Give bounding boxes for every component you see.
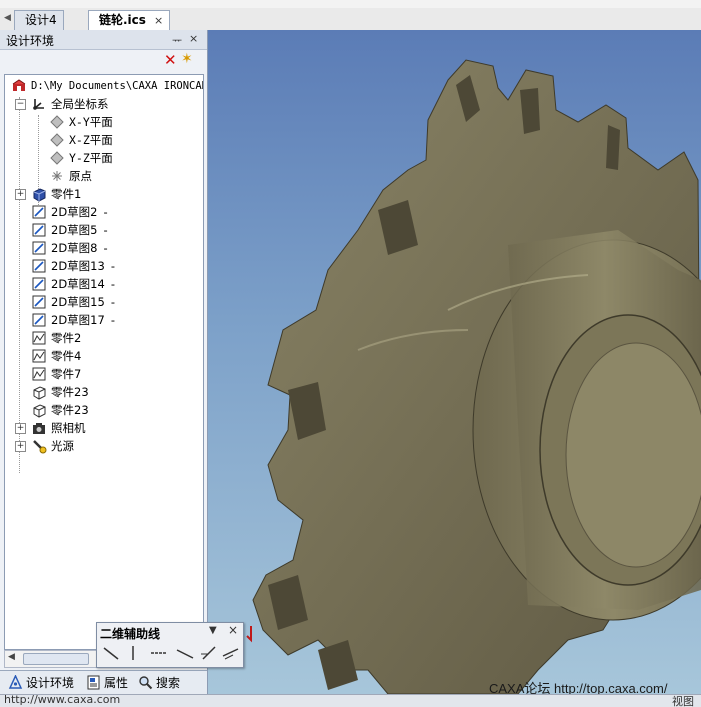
properties-icon [87, 675, 100, 690]
camera-icon [33, 423, 45, 434]
tab-close-icon[interactable]: × [154, 14, 163, 27]
panel-title: 设计环境 [6, 34, 55, 48]
scroll-thumb[interactable] [23, 653, 89, 665]
horizontal-line-icon[interactable] [149, 644, 169, 662]
part-sheet-icon [32, 367, 46, 381]
tree-item-label: 光源 [51, 439, 74, 453]
tab-label: 搜索 [156, 676, 181, 690]
tab-search[interactable]: 搜索 [136, 673, 180, 693]
diagonal-line-icon[interactable] [101, 644, 121, 662]
tab-sprocket[interactable]: 链轮.ics × [88, 10, 171, 31]
tree-item-label: X-Z平面 [69, 133, 113, 147]
plane-icon [50, 151, 64, 165]
watermark-text: CAXA论坛 http://top.caxa.com/ [489, 681, 668, 694]
part-icon [33, 188, 46, 202]
tree-item-label: 2D草图14- [51, 277, 115, 291]
scene-root-icon [12, 79, 26, 91]
expand-icon[interactable]: + [15, 441, 26, 452]
delete-icon[interactable]: ✕ [164, 51, 177, 69]
vertical-line-icon[interactable] [123, 644, 143, 662]
tab-design4[interactable]: 设计4 [14, 10, 64, 30]
3d-viewport[interactable]: CAXA论坛 http://top.caxa.com/ [208, 30, 701, 694]
tree-line [19, 97, 20, 473]
tab-label: 设计4 [25, 13, 57, 27]
sketch-icon [32, 295, 46, 309]
panel-header: 设计环境 ᅲ × [0, 30, 207, 50]
design-environment-panel: 设计环境 ᅲ × ✕ ✶ D:\My Documents\CAXA IRONCA… [0, 30, 208, 695]
tree-item-label: 零件23 [51, 385, 89, 399]
toolbar-icon-row [99, 644, 239, 664]
scene-tree: D:\My Documents\CAXA IRONCAD − 全局坐标系 X-Y… [4, 74, 204, 650]
plane-icon [50, 133, 64, 147]
expand-icon[interactable]: + [15, 189, 26, 200]
axis-triad-icon [246, 626, 252, 643]
toolbar-close-icon[interactable]: × [228, 623, 238, 637]
tab-label: 设计环境 [26, 676, 75, 690]
tree-item-label: 2D草图5- [51, 223, 108, 237]
design-env-icon [8, 675, 23, 689]
part-sheet-icon [32, 331, 46, 345]
tree-item-label: 全局坐标系 [51, 97, 109, 111]
scroll-left-icon[interactable]: ◀ [8, 652, 15, 662]
status-bar: http://www.caxa.com 视图 [0, 694, 701, 707]
tab-label: 链轮.ics [99, 13, 146, 27]
tree-item-label: Y-Z平面 [69, 151, 113, 165]
sketch-icon [32, 259, 46, 273]
collapse-icon[interactable]: − [15, 99, 26, 110]
status-view-label: 视图 [672, 695, 694, 707]
tree-item-label: 零件4 [51, 349, 82, 363]
expand-icon[interactable]: + [15, 423, 26, 434]
tangent-line-icon[interactable] [199, 644, 219, 662]
panel-bottom-tabs: 设计环境 属性 搜索 [0, 670, 207, 695]
part-outline-icon [33, 386, 46, 400]
tab-scroll-left-icon[interactable]: ◀ [4, 13, 11, 23]
part-sheet-icon [32, 349, 46, 363]
tree-item-label: 照相机 [51, 421, 86, 435]
search-icon [139, 676, 153, 690]
tree-item-label: 零件2 [51, 331, 82, 345]
coordinate-system-icon [33, 99, 44, 110]
tab-label: 属性 [104, 676, 129, 690]
pin-icon[interactable]: ᅲ [172, 32, 182, 48]
tree-item-label: 2D草图15- [51, 295, 115, 309]
2d-auxiliary-line-toolbar[interactable]: 二维辅助线 ▼ × [96, 622, 244, 668]
sketch-icon [32, 241, 46, 255]
tree-item-label: 2D草图8- [51, 241, 108, 255]
tree-item-label: 原点 [69, 169, 92, 183]
toolbar-options-icon[interactable]: ▼ [209, 625, 217, 636]
angled-line-icon[interactable] [175, 644, 195, 662]
tab-design-environment[interactable]: 设计环境 [6, 673, 74, 693]
tree-item-label: 2D草图17- [51, 313, 115, 327]
sketch-icon [32, 313, 46, 327]
tree-item-label: 2D草图13- [51, 259, 115, 273]
panel-close-icon[interactable]: × [189, 32, 198, 45]
new-item-icon[interactable]: ✶ [181, 51, 193, 67]
tree-item-label: 2D草图2- [51, 205, 108, 219]
tree-root-label: D:\My Documents\CAXA IRONCAD [31, 80, 204, 92]
sketch-icon [32, 223, 46, 237]
tree-item-label: X-Y平面 [69, 115, 113, 129]
tree-item-label: 零件1 [51, 187, 82, 201]
light-icon [33, 440, 47, 454]
sprocket-model[interactable] [208, 30, 701, 694]
sketch-icon [32, 277, 46, 291]
plane-icon [50, 115, 64, 129]
status-url: http://www.caxa.com [4, 694, 121, 706]
toolbar-title: 二维辅助线 [100, 627, 161, 641]
sketch-icon [32, 205, 46, 219]
part-outline-icon [33, 404, 46, 418]
tree-item-label: 零件7 [51, 367, 82, 381]
panel-toolbar: ✕ ✶ [4, 50, 202, 72]
origin-icon [52, 171, 62, 181]
tree-item-label: 零件23 [51, 403, 89, 417]
offset-line-icon[interactable] [221, 644, 241, 662]
tab-properties[interactable]: 属性 [84, 673, 128, 693]
document-tab-bar: ◀ 设计4 链轮.ics × [0, 8, 701, 31]
